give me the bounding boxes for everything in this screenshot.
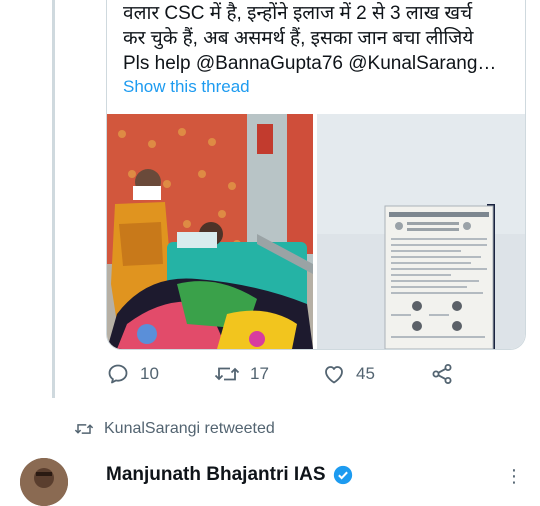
- retweet-context-label[interactable]: KunalSarangi retweeted: [104, 420, 275, 438]
- tweet-text: वलार CSC में है, इन्होंने इलाज में 2 से …: [123, 1, 519, 76]
- next-tweet-author[interactable]: Manjunath Bhajantri IAS: [106, 464, 354, 486]
- verified-badge-icon: [333, 465, 352, 485]
- like-count: 45: [356, 364, 375, 383]
- tweet-card[interactable]: वलार CSC में है, इन्होंने इलाज में 2 से …: [106, 0, 526, 350]
- retweet-icon: [214, 367, 240, 381]
- tweet-actions-bar: 10 17 45: [106, 362, 524, 390]
- retweet-button[interactable]: 17: [214, 362, 269, 386]
- reply-count: 10: [140, 364, 159, 383]
- like-button[interactable]: 45: [322, 362, 375, 386]
- reply-icon: [108, 364, 128, 384]
- tweet-text-line: वलार CSC में है, इन्होंने इलाज में 2 से …: [123, 3, 473, 24]
- reply-button[interactable]: 10: [106, 362, 159, 386]
- tweet-photo-hospital[interactable]: [107, 114, 313, 349]
- more-options-icon[interactable]: ⋮: [505, 466, 524, 487]
- retweet-icon: [74, 424, 94, 434]
- author-name[interactable]: Manjunath Bhajantri IAS: [106, 464, 326, 486]
- retweet-count: 17: [250, 364, 269, 383]
- share-button[interactable]: [430, 362, 464, 386]
- tweet-photo-document[interactable]: [317, 114, 525, 349]
- share-icon: [432, 364, 452, 384]
- tweet-text-line[interactable]: Pls help @BannaGupta76 @KunalSarang…: [123, 51, 519, 76]
- heart-icon: [325, 366, 343, 384]
- show-thread-link[interactable]: Show this thread: [123, 77, 250, 97]
- retweet-context: KunalSarangi retweeted: [74, 420, 275, 438]
- thread-connector-line: [52, 0, 55, 398]
- avatar[interactable]: [20, 458, 68, 506]
- tweet-text-line: कर चुके हैं, अब असमर्थ हैं, इसका जान बचा…: [123, 28, 474, 49]
